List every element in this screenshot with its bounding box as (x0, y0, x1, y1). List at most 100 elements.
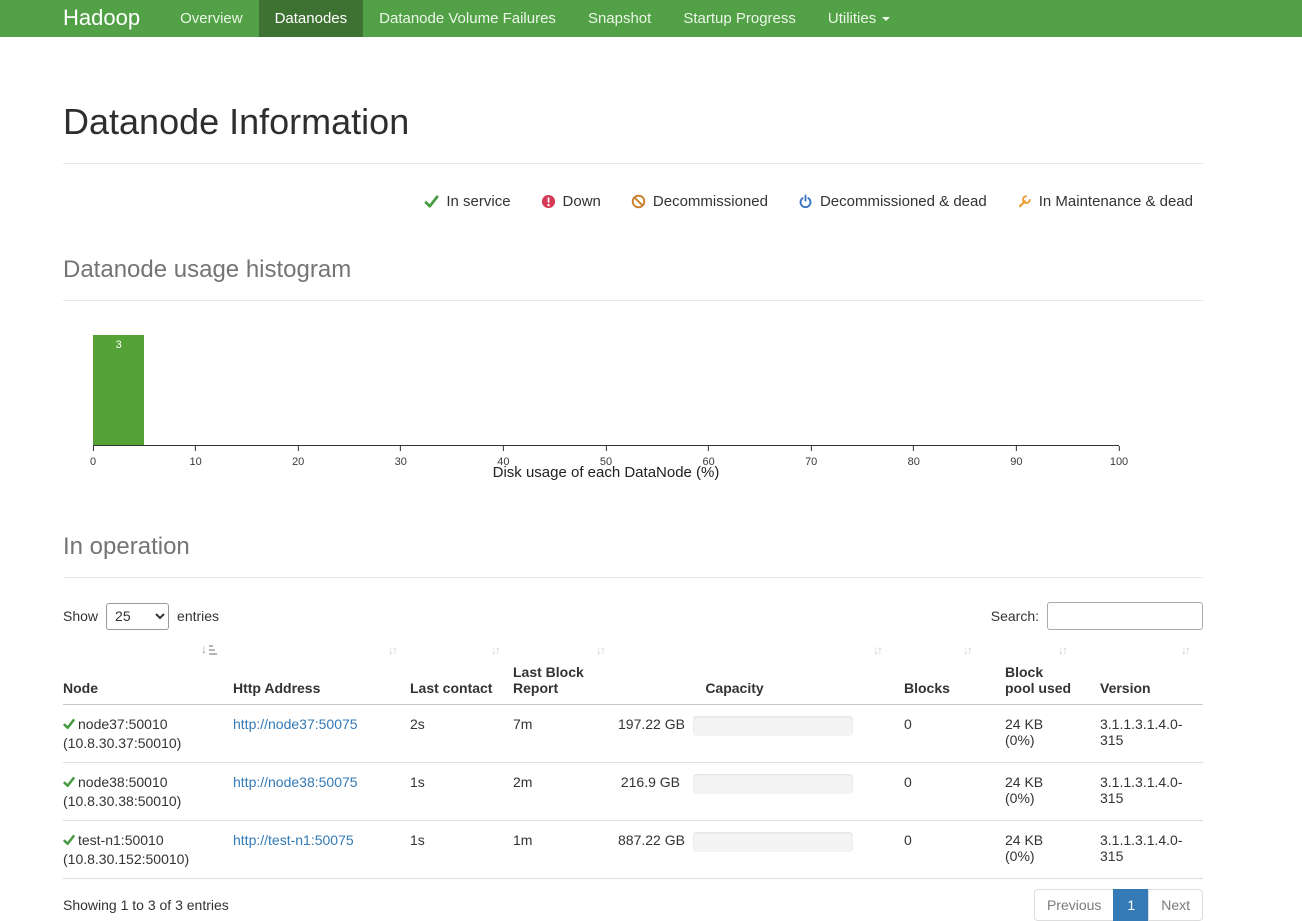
capacity-cell: 216.9 GB (618, 763, 895, 821)
last-contact-cell: 2s (410, 705, 513, 763)
power-icon (798, 194, 813, 209)
legend-label: Decommissioned (653, 193, 768, 210)
node-name: test-n1:50010 (78, 832, 164, 848)
sort-icon: ↓↑ (1181, 643, 1189, 657)
histogram-heading: Datanode usage histogram (63, 256, 1203, 284)
legend-decommissioned: Decommissioned (631, 193, 768, 210)
column-header-node[interactable]: Node ↓ (63, 636, 233, 705)
navbar-brand[interactable]: Hadoop (63, 0, 140, 37)
capacity-value: 887.22 GB (618, 832, 680, 848)
x-tick: 70 (805, 456, 817, 468)
exclamation-circle-icon (541, 194, 556, 209)
check-icon (424, 194, 439, 209)
blocks-cell: 0 (895, 821, 985, 879)
operation-heading: In operation (63, 533, 1203, 561)
node-name: node37:50010 (78, 716, 168, 732)
search-input[interactable] (1047, 602, 1203, 630)
table-row: node38:50010 (10.8.30.38:50010) http://n… (63, 763, 1203, 821)
column-header-http-address[interactable]: Http Address ↓↑ (233, 636, 410, 705)
version-cell: 3.1.1.3.1.4.0-315 (1080, 705, 1203, 763)
nav-item-startup-progress[interactable]: Startup Progress (667, 0, 812, 37)
blocks-cell: 0 (895, 763, 985, 821)
table-row: node37:50010 (10.8.30.37:50010) http://n… (63, 705, 1203, 763)
column-header-last-block-report[interactable]: Last Block Report ↓↑ (513, 636, 618, 705)
legend-decommissioned-dead: Decommissioned & dead (798, 193, 987, 210)
capacity-progress-bar (693, 832, 853, 852)
column-header-block-pool-used[interactable]: Block pool used ↓↑ (985, 636, 1080, 705)
next-page-button[interactable]: Next (1148, 889, 1203, 921)
nav-item-snapshot[interactable]: Snapshot (572, 0, 667, 37)
legend-label: In Maintenance & dead (1039, 193, 1193, 210)
column-header-last-contact[interactable]: Last contact ↓↑ (410, 636, 513, 705)
capacity-progress-bar (693, 716, 853, 736)
ban-icon (631, 194, 646, 209)
capacity-progress-bar (693, 774, 853, 794)
x-tick: 100 (1110, 456, 1128, 468)
datanodes-table: Node ↓ Http Address ↓↑ Last contact ↓↑ L… (63, 636, 1203, 879)
nav-item-utilities[interactable]: Utilities (812, 0, 906, 37)
last-contact-cell: 1s (410, 763, 513, 821)
legend-label: Down (563, 193, 601, 210)
entries-select[interactable]: 25 (106, 603, 169, 630)
capacity-cell: 887.22 GB (618, 821, 895, 879)
usage-histogram: 3 0 10 20 30 40 50 60 70 80 90 100 Disk … (93, 335, 1119, 481)
version-cell: 3.1.1.3.1.4.0-315 (1080, 763, 1203, 821)
nav-item-utilities-label: Utilities (828, 10, 876, 27)
column-header-capacity[interactable]: Capacity ↓↑ (618, 636, 895, 705)
x-tick: 60 (702, 456, 714, 468)
column-label: Last Block Report (513, 664, 584, 696)
table-header-row: Node ↓ Http Address ↓↑ Last contact ↓↑ L… (63, 636, 1203, 705)
legend-down: Down (541, 193, 601, 210)
http-address-cell: http://node37:50075 (233, 705, 410, 763)
column-label: Block pool used (1005, 664, 1071, 696)
legend-in-service: In service (424, 193, 510, 210)
column-label: Node (63, 680, 98, 696)
x-tick: 80 (908, 456, 920, 468)
blocks-cell: 0 (895, 705, 985, 763)
sort-icon: ↓↑ (963, 643, 971, 657)
sort-icon: ↓↑ (873, 643, 881, 657)
capacity-value: 197.22 GB (618, 716, 680, 732)
nav-item-datanodes[interactable]: Datanodes (259, 0, 364, 37)
x-tick: 0 (90, 456, 96, 468)
nav-item-datanode-volume-failures[interactable]: Datanode Volume Failures (363, 0, 572, 37)
x-tick: 90 (1010, 456, 1022, 468)
node-cell: test-n1:50010 (10.8.30.152:50010) (63, 821, 233, 879)
column-header-version[interactable]: Version ↓↑ (1080, 636, 1203, 705)
divider (63, 300, 1203, 301)
legend-label: In service (446, 193, 510, 210)
http-address-link[interactable]: http://node38:50075 (233, 774, 358, 790)
node-ip: (10.8.30.152:50010) (63, 851, 225, 867)
check-icon (63, 776, 75, 788)
page-length-control: Show 25 entries (63, 603, 219, 630)
x-tick: 40 (497, 456, 509, 468)
pagination: Previous 1 Next (1035, 889, 1203, 921)
sort-icon: ↓↑ (1058, 643, 1066, 657)
http-address-link[interactable]: http://test-n1:50075 (233, 832, 354, 848)
column-label: Last contact (410, 680, 492, 696)
histogram-bar: 3 (93, 335, 144, 445)
last-contact-cell: 1s (410, 821, 513, 879)
previous-page-button[interactable]: Previous (1034, 889, 1114, 921)
table-row: test-n1:50010 (10.8.30.152:50010) http:/… (63, 821, 1203, 879)
column-label: Blocks (904, 680, 950, 696)
page-1-button[interactable]: 1 (1113, 889, 1149, 921)
http-address-link[interactable]: http://node37:50075 (233, 716, 358, 732)
node-name: node38:50010 (78, 774, 168, 790)
block-pool-used-cell: 24 KB (0%) (985, 821, 1080, 879)
sort-icon: ↓↑ (596, 643, 604, 657)
histogram-bar-value: 3 (93, 339, 144, 351)
http-address-cell: http://node38:50075 (233, 763, 410, 821)
last-block-report-cell: 7m (513, 705, 618, 763)
column-header-blocks[interactable]: Blocks ↓↑ (895, 636, 985, 705)
check-icon (63, 718, 75, 730)
table-search: Search: (991, 602, 1203, 630)
nav-menu: Overview Datanodes Datanode Volume Failu… (164, 0, 906, 37)
node-ip: (10.8.30.37:50010) (63, 735, 225, 751)
x-tick: 10 (189, 456, 201, 468)
table-summary: Showing 1 to 3 of 3 entries (63, 897, 229, 913)
capacity-value: 216.9 GB (618, 774, 680, 790)
version-cell: 3.1.1.3.1.4.0-315 (1080, 821, 1203, 879)
nav-item-overview[interactable]: Overview (164, 0, 259, 37)
check-icon (63, 834, 75, 846)
